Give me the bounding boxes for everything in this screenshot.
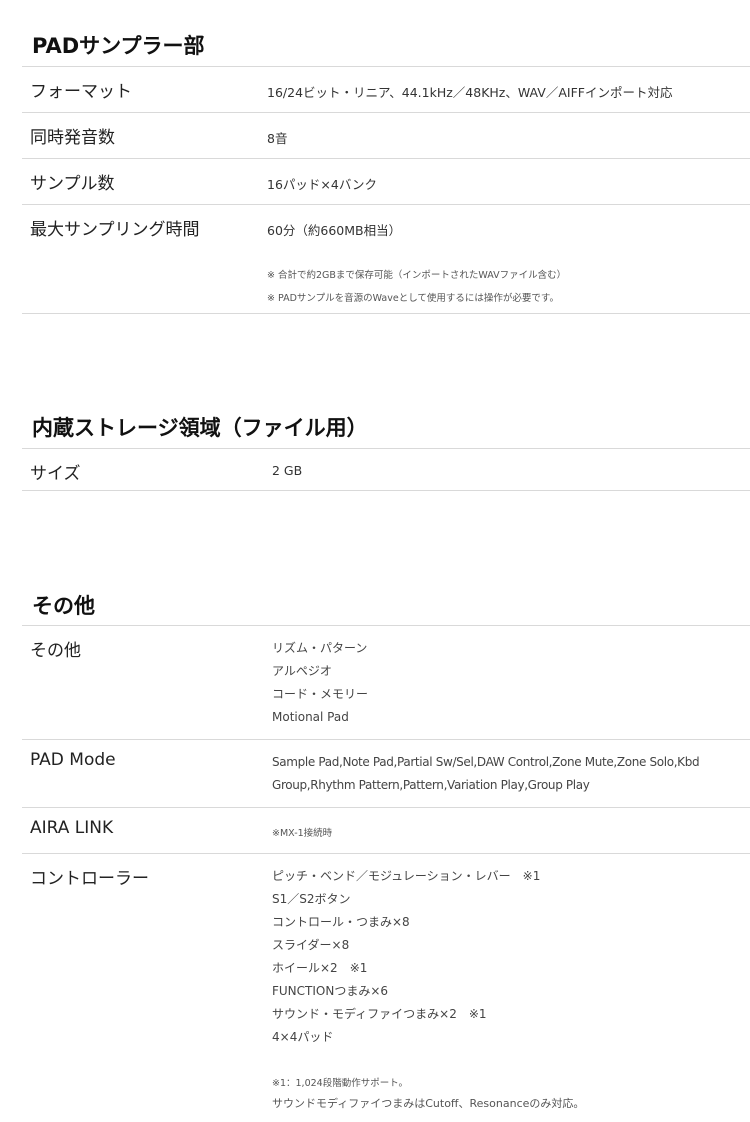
spec-value-line: Group,Rhythm Pattern,Pattern,Variation P… <box>272 778 590 792</box>
spec-row-size: サイズ 2 GB <box>22 449 750 491</box>
spec-value-line: Sample Pad,Note Pad,Partial Sw/Sel,DAW C… <box>272 755 700 769</box>
spec-value-line: 4×4パッド <box>272 1030 334 1044</box>
spec-row-controller: コントローラー ピッチ・ベンド／モジュレーション・レバー ※1 S1／S2ボタン… <box>22 854 750 1122</box>
spec-note: ※ 合計で約2GBまで保存可能（インポートされたWAVファイル含む） <box>267 270 567 281</box>
section-other: その他 その他 リズム・パターン アルペジオ コード・メモリー Motional… <box>22 578 750 1118</box>
section-pad-sampler: PADサンプラー部 フォーマット 16/24ビット・リニア、44.1kHz／48… <box>22 0 750 320</box>
section-title: 内蔵ストレージ領域（ファイル用） <box>32 416 368 440</box>
spec-label: AIRA LINK <box>30 818 114 838</box>
spec-label: 同時発音数 <box>30 128 115 148</box>
section-title: PADサンプラー部 <box>32 34 205 58</box>
spec-row-pad-mode: PAD Mode Sample Pad,Note Pad,Partial Sw/… <box>22 740 750 808</box>
spec-label: その他 <box>30 641 81 661</box>
spec-value-line: ホイール×2 ※1 <box>272 961 368 975</box>
spec-table: フォーマット 16/24ビット・リニア、44.1kHz／48KHz、WAV／AI… <box>22 66 750 314</box>
spec-value-line: リズム・パターン <box>272 641 368 655</box>
spec-note: ※MX-1接続時 <box>272 828 333 839</box>
spec-label: 最大サンプリング時間 <box>30 220 200 240</box>
spec-label: コントローラー <box>30 869 149 889</box>
spec-value-list: ピッチ・ベンド／モジュレーション・レバー ※1 S1／S2ボタン コントロール・… <box>272 865 540 1049</box>
spec-value-line: Motional Pad <box>272 710 349 724</box>
spec-value: 16/24ビット・リニア、44.1kHz／48KHz、WAV／AIFFインポート… <box>267 85 673 100</box>
spec-value-line: ピッチ・ベンド／モジュレーション・レバー ※1 <box>272 869 541 883</box>
spec-value-line: S1／S2ボタン <box>272 892 351 906</box>
section-title: その他 <box>32 594 95 618</box>
spec-note: ※ PADサンプルを音源のWaveとして使用するには操作が必要です。 <box>267 293 559 304</box>
spec-value-line: サウンド・モディファイつまみ×2 ※1 <box>272 1007 487 1021</box>
spec-table: サイズ 2 GB <box>22 448 750 491</box>
spec-note: ※1：1,024段階動作サポート。 <box>272 1078 409 1089</box>
spec-value-list: リズム・パターン アルペジオ コード・メモリー Motional Pad <box>272 637 368 729</box>
spec-note: サウンドモディファイつまみはCutoff、Resonanceのみ対応。 <box>272 1097 585 1110</box>
spec-value: 2 GB <box>272 463 303 478</box>
spec-label: フォーマット <box>30 82 132 102</box>
spec-label: サイズ <box>30 464 81 484</box>
spec-value-line: アルペジオ <box>272 664 332 678</box>
spec-value-list: Sample Pad,Note Pad,Partial Sw/Sel,DAW C… <box>272 751 700 797</box>
spec-row-samples: サンプル数 16パッド×4バンク <box>22 159 750 205</box>
spec-value: 8音 <box>267 131 288 146</box>
spec-value: 60分（約660MB相当） <box>267 223 402 238</box>
spec-table: その他 リズム・パターン アルペジオ コード・メモリー Motional Pad… <box>22 625 750 1122</box>
spec-row-other: その他 リズム・パターン アルペジオ コード・メモリー Motional Pad <box>22 626 750 740</box>
section-storage: 内蔵ストレージ領域（ファイル用） サイズ 2 GB <box>22 400 750 492</box>
spec-value: 16パッド×4バンク <box>267 177 377 192</box>
spec-label: サンプル数 <box>30 174 115 194</box>
spec-row-max-sampling-time: 最大サンプリング時間 60分（約660MB相当） ※ 合計で約2GBまで保存可能… <box>22 205 750 314</box>
spec-value-line: コントロール・つまみ×8 <box>272 915 410 929</box>
spec-value-line: FUNCTIONつまみ×6 <box>272 984 389 998</box>
spec-row-aira-link: AIRA LINK ※MX-1接続時 <box>22 808 750 854</box>
spec-row-format: フォーマット 16/24ビット・リニア、44.1kHz／48KHz、WAV／AI… <box>22 67 750 113</box>
spec-value-line: コード・メモリー <box>272 687 369 701</box>
spec-label: PAD Mode <box>30 750 116 770</box>
spec-value-line: スライダー×8 <box>272 938 350 952</box>
spec-row-polyphony: 同時発音数 8音 <box>22 113 750 159</box>
